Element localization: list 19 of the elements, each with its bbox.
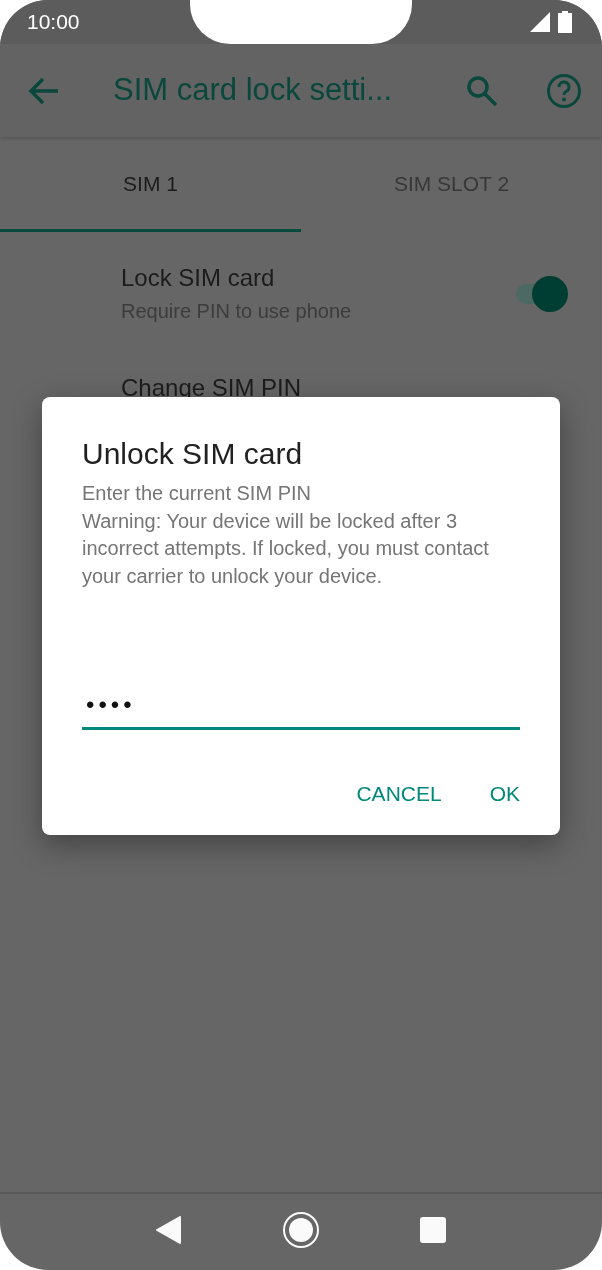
back-arrow-icon[interactable] — [28, 76, 60, 105]
screen-title: SIM card lock setti... — [113, 71, 394, 110]
tab[interactable]: SIM 1 — [0, 137, 301, 232]
dialog-button[interactable]: OK — [477, 770, 532, 818]
signal-icon — [530, 12, 550, 32]
dialog-message: Enter the current SIM PIN Warning: Your device will be locked after 3 incorrect attempts. If locked, you must contact your carrier to unlock your device. — [82, 481, 490, 589]
help-icon[interactable] — [546, 72, 582, 109]
setting-title: Change SIM PIN — [121, 373, 303, 403]
home-icon[interactable] — [282, 1211, 320, 1249]
back-icon[interactable] — [156, 1216, 182, 1244]
setting-title: Lock SIM card — [121, 263, 276, 293]
clock: 10:00 — [27, 9, 80, 36]
toggle-switch[interactable] — [514, 275, 570, 311]
recents-icon[interactable] — [420, 1217, 446, 1243]
dialog-title: Unlock SIM card — [82, 436, 304, 472]
battery-icon — [558, 11, 572, 33]
search-icon[interactable] — [466, 74, 498, 107]
pin-field[interactable]: •••• — [82, 687, 520, 730]
dialog-button[interactable]: CANCEL — [344, 770, 454, 818]
